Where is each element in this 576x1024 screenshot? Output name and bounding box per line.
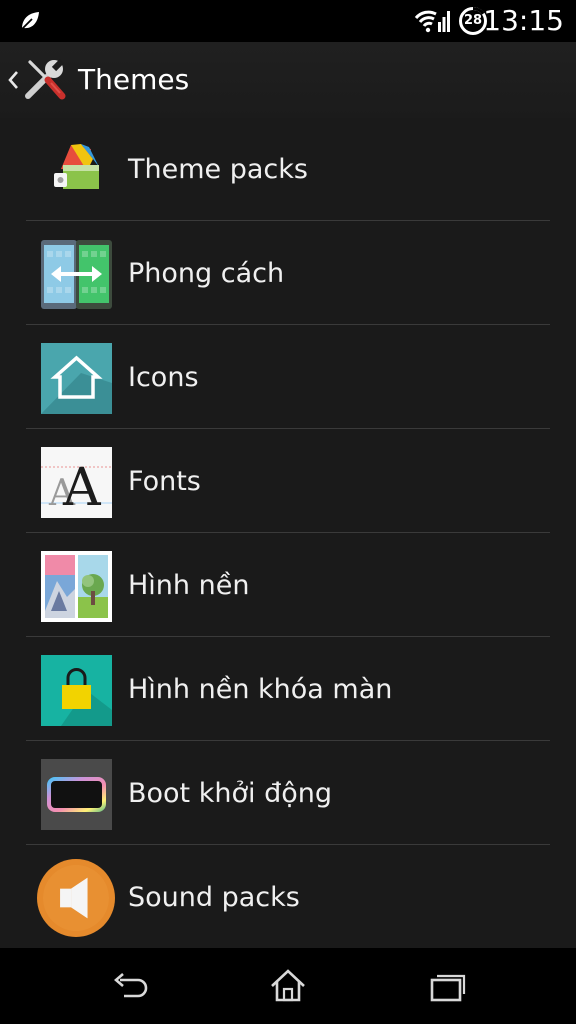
back-chevron-icon[interactable] (6, 66, 20, 94)
wifi-signal-icon (414, 10, 450, 33)
svg-text:A: A (62, 458, 102, 518)
item-label: Fonts (128, 466, 201, 497)
divider (26, 740, 550, 741)
item-label: Theme packs (128, 154, 308, 185)
boot-animation-icon (41, 759, 112, 830)
list-item-fonts[interactable]: A A Fonts (0, 430, 576, 533)
back-icon[interactable] (108, 966, 148, 1006)
home-icon (41, 343, 112, 414)
item-label: Phong cách (128, 258, 285, 289)
leaf-icon (21, 12, 39, 30)
themes-list: Theme packs Phong cách Icons A A Fonts H… (0, 118, 576, 948)
divider (26, 532, 550, 533)
lock-icon (41, 655, 112, 726)
list-item-style[interactable]: Phong cách (0, 222, 576, 325)
item-label: Hình nền khóa màn (128, 674, 393, 705)
divider (26, 324, 550, 325)
action-bar: Themes (0, 42, 576, 118)
divider (26, 636, 550, 637)
item-label: Icons (128, 362, 199, 393)
list-item-boot-animation[interactable]: Boot khởi động (0, 742, 576, 845)
clock: 13:15 (483, 4, 564, 37)
wallpaper-icon (41, 551, 112, 622)
tools-icon[interactable] (22, 56, 70, 104)
status-bar: 28 13:15 (0, 0, 576, 42)
speaker-icon (37, 859, 115, 937)
theme-packs-icon (54, 144, 99, 189)
list-item-theme-packs[interactable]: Theme packs (0, 118, 576, 221)
navigation-bar (0, 948, 576, 1024)
divider (26, 220, 550, 221)
recent-apps-icon[interactable] (428, 966, 468, 1006)
list-item-wallpaper[interactable]: Hình nền (0, 534, 576, 637)
item-label: Sound packs (128, 882, 300, 913)
style-icon (41, 240, 112, 309)
divider (26, 844, 550, 845)
item-label: Boot khởi động (128, 778, 332, 809)
page-title: Themes (78, 63, 190, 96)
list-item-sound-packs[interactable]: Sound packs (0, 846, 576, 948)
home-button-icon[interactable] (268, 966, 308, 1006)
item-label: Hình nền (128, 570, 250, 601)
divider (26, 428, 550, 429)
list-item-lock-wallpaper[interactable]: Hình nền khóa màn (0, 638, 576, 741)
fonts-icon: A A (41, 447, 112, 518)
list-item-icons[interactable]: Icons (0, 326, 576, 429)
